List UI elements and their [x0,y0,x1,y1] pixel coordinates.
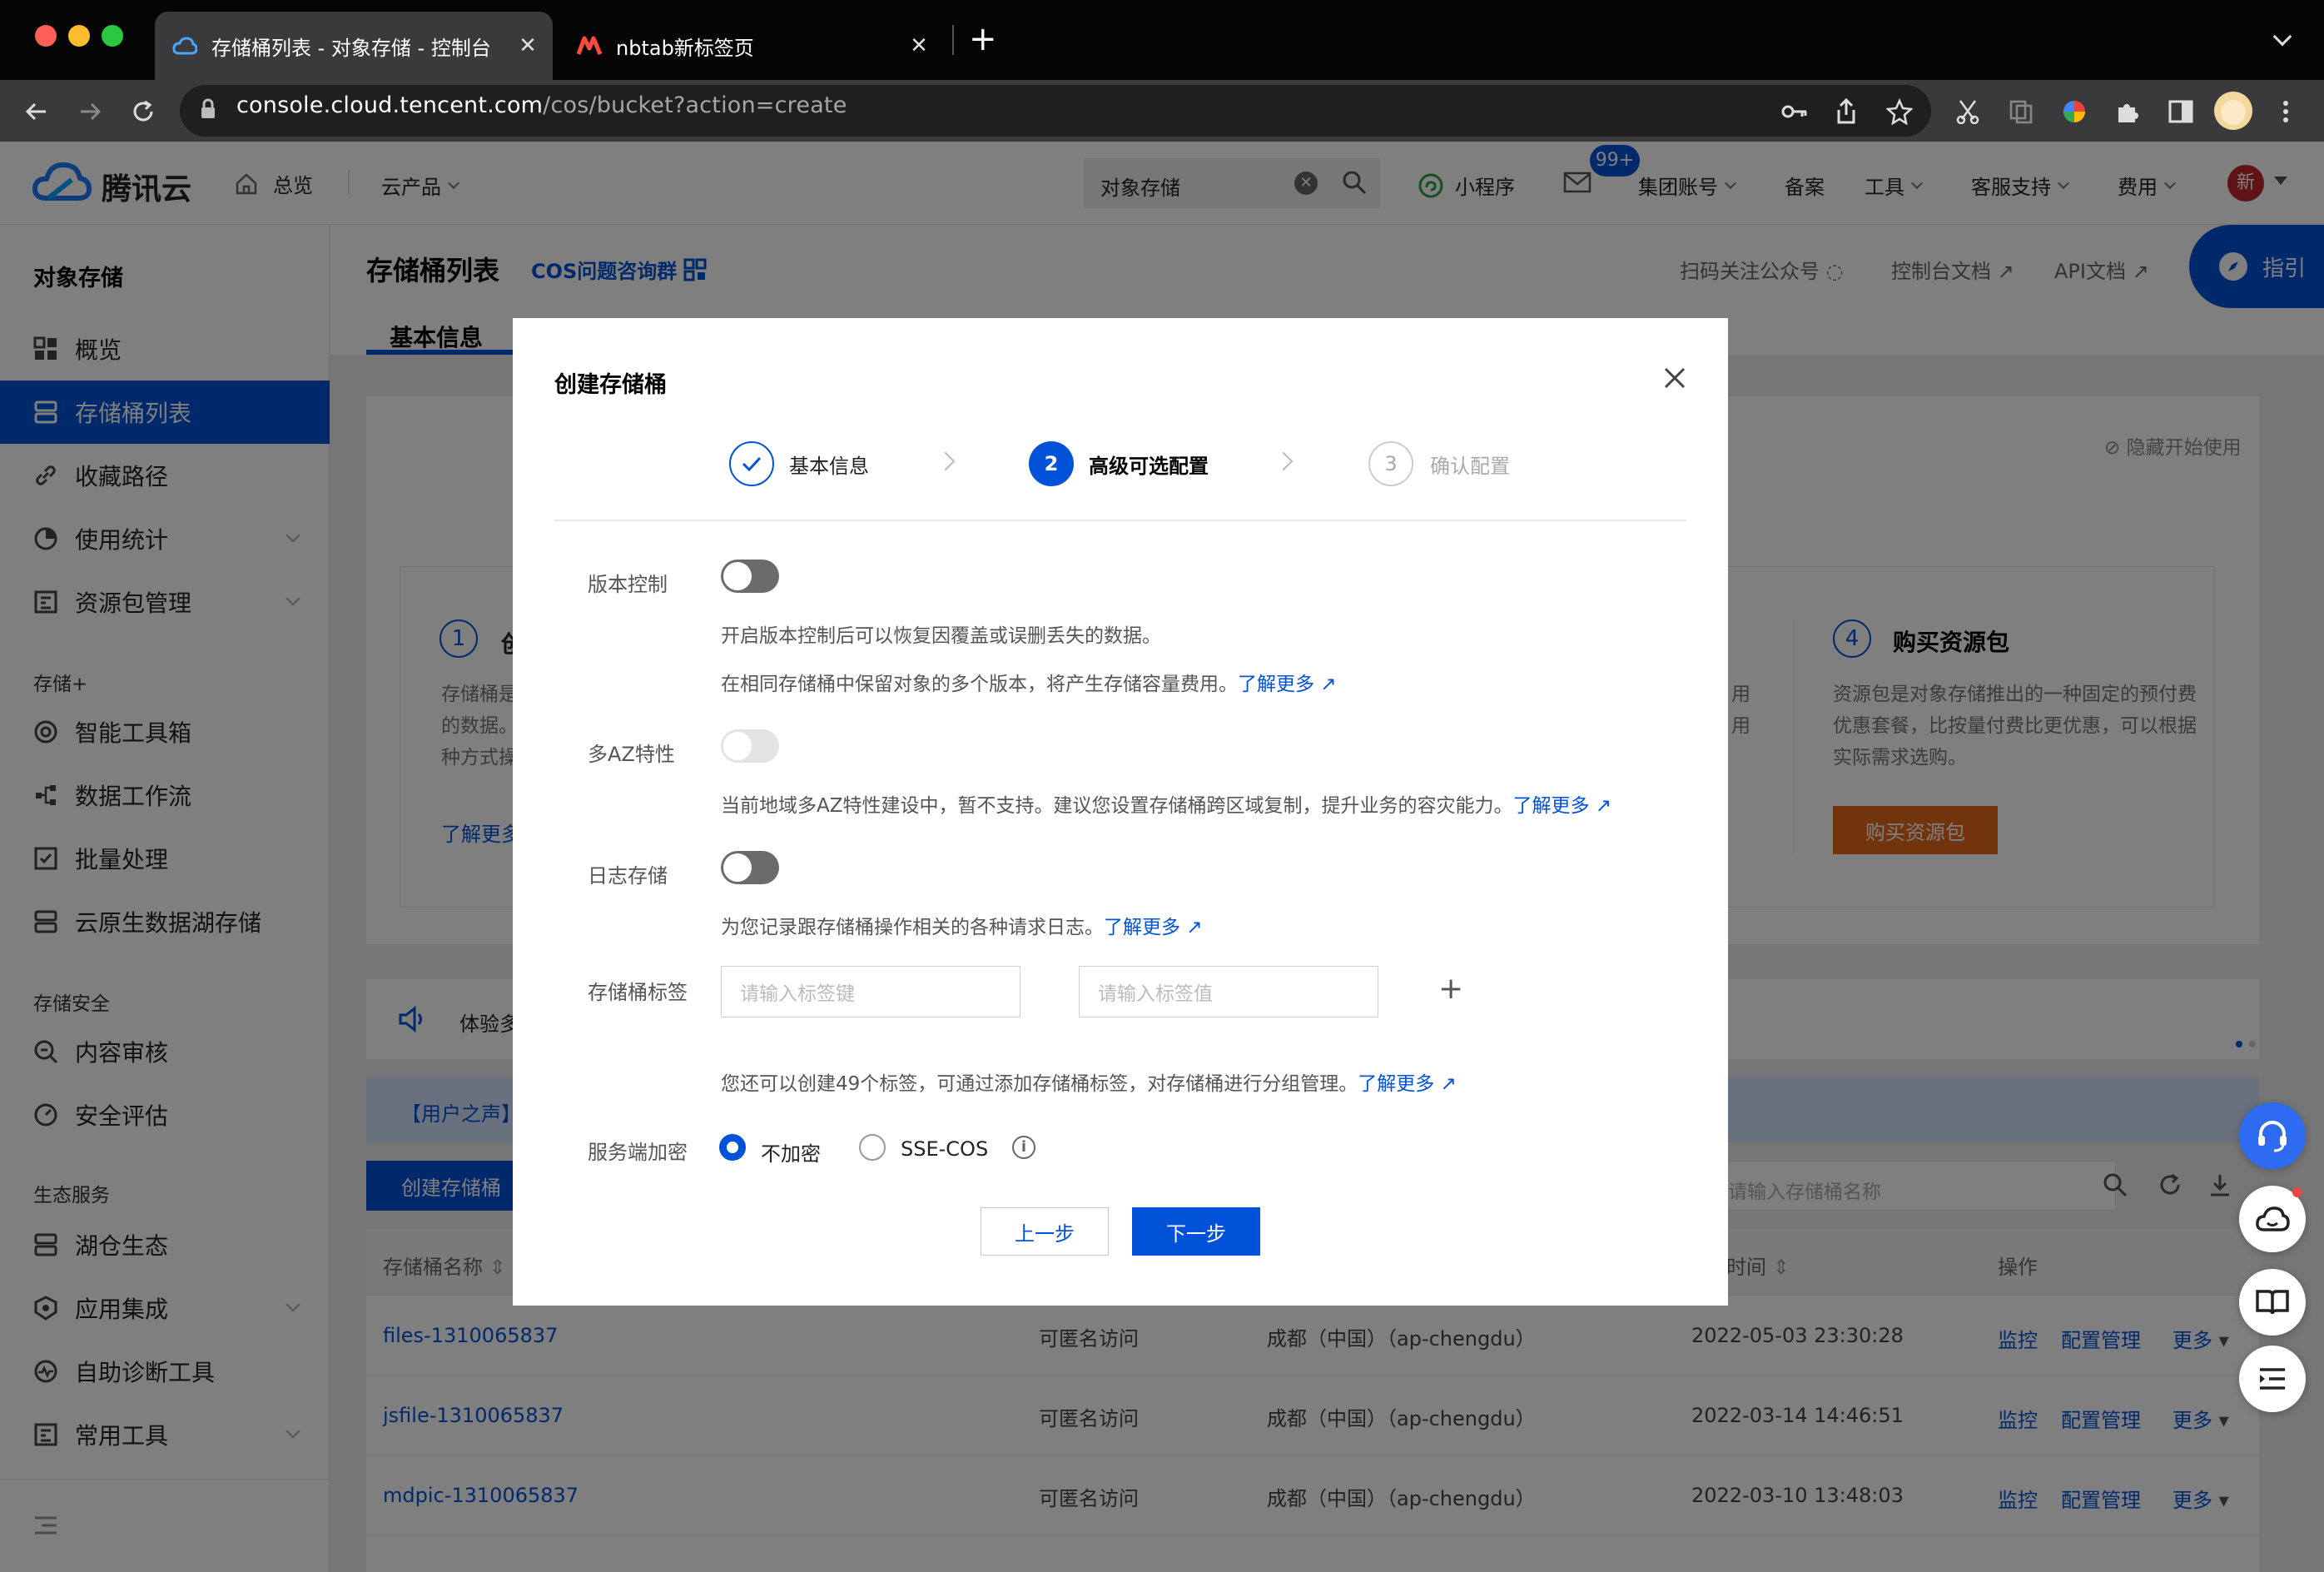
dialog-title: 创建存储桶 [554,372,667,398]
url-path: /cos/bucket?action=create [543,92,847,118]
step-pending-badge: 3 [1368,441,1413,486]
side-panel-icon[interactable] [2158,88,2204,135]
step-done-badge [729,441,774,486]
external-link-icon: ↗ [1595,795,1612,817]
versioning-desc-text: 在相同存储桶中保留对象的多个版本，将产生存储容量费用。 [721,674,1238,695]
copy-extension-icon[interactable] [1998,88,2044,135]
external-link-icon: ↗ [1440,1073,1457,1095]
reload-icon[interactable] [120,88,166,135]
tab-search-chevron-icon[interactable] [2272,27,2292,47]
close-window-button[interactable] [35,25,57,47]
step-label-advanced: 高级可选配置 [1089,455,1209,478]
browser-tab-bar: 存储桶列表 - 对象存储 - 控制台 ✕ nbtab新标签页 ✕ + [0,0,2324,80]
tab-divider [952,25,954,55]
list-indent-icon [2257,1367,2287,1390]
key-icon[interactable] [1771,88,1818,135]
tab-title: 存储桶列表 - 对象存储 - 控制台 [211,36,491,60]
radio-label-no-encryption[interactable]: 不加密 [761,1137,821,1167]
external-link-icon: ↗ [1186,917,1203,938]
learn-more-label: 了解更多 [1104,917,1180,938]
browser-tab[interactable]: nbtab新标签页 ✕ [559,12,944,80]
multi-az-learn-more-link[interactable]: 了解更多 ↗ [1513,795,1612,817]
step-label-basic-info: 基本信息 [789,455,869,478]
notification-dot [2292,1187,2302,1197]
color-wheel-extension-icon[interactable] [2051,88,2098,135]
next-step-button[interactable]: 下一步 [1132,1207,1260,1256]
browser-tab-active[interactable]: 存储桶列表 - 对象存储 - 控制台 ✕ [155,12,553,80]
forward-icon[interactable] [67,88,113,135]
tags-desc: 您还可以创建49个标签，可通过添加存储桶标签，对存储桶进行分组管理。了解更多 ↗ [721,1067,1457,1096]
versioning-learn-more-link[interactable]: 了解更多 ↗ [1238,674,1337,695]
check-icon [741,455,762,472]
cloud-icon [2254,1205,2291,1233]
back-icon[interactable] [13,88,60,135]
share-icon[interactable] [1823,88,1870,135]
scissors-icon[interactable] [1944,88,1991,135]
versioning-label: 版本控制 [588,573,668,596]
new-tab-button[interactable]: + [969,18,997,60]
tags-label: 存储桶标签 [588,981,688,1004]
prev-step-button[interactable]: 上一步 [981,1207,1109,1256]
steps-divider [554,520,1686,521]
step-active-badge: 2 [1029,441,1074,486]
logging-desc: 为您记录跟存储桶操作相关的各种请求日志。了解更多 ↗ [721,911,1203,939]
logging-toggle[interactable] [721,851,779,884]
radio-label-sse-cos[interactable]: SSE-COS [901,1137,988,1161]
versioning-desc: 开启版本控制后可以恢复因覆盖或误删丢失的数据。 [721,625,1161,647]
radio-sse-cos[interactable] [859,1134,886,1161]
tab-close-icon[interactable]: ✕ [902,33,936,58]
docs-button[interactable] [2239,1269,2306,1336]
tags-desc-text: 您还可以创建49个标签，可通过添加存储桶标签，对存储桶进行分组管理。 [721,1073,1358,1095]
headset-icon [2254,1117,2291,1154]
lock-icon[interactable] [200,98,216,120]
profile-avatar[interactable] [2214,92,2252,130]
logging-learn-more-link[interactable]: 了解更多 ↗ [1104,917,1203,938]
cloud-favicon-icon [171,32,198,59]
learn-more-label: 了解更多 [1358,1073,1435,1095]
book-icon [2255,1288,2290,1316]
multi-az-desc-text: 当前地域多AZ特性建设中，暂不支持。建议您设置存储桶跨区域复制，提升业务的容灾能… [721,795,1513,817]
add-tag-button[interactable]: + [1438,971,1463,1007]
maximize-window-button[interactable] [102,25,123,47]
encryption-label: 服务端加密 [588,1141,688,1164]
tab-title: nbtab新标签页 [616,36,754,60]
tags-learn-more-link[interactable]: 了解更多 ↗ [1358,1073,1457,1095]
nbtab-favicon-icon [576,32,603,59]
outline-button[interactable] [2239,1346,2306,1412]
external-link-icon: ↗ [1320,674,1337,695]
versioning-desc-2: 在相同存储桶中保留对象的多个版本，将产生存储容量费用。了解更多 ↗ [721,668,1337,696]
logging-label: 日志存储 [588,864,668,888]
customer-service-button[interactable] [2239,1102,2306,1169]
minimize-window-button[interactable] [68,25,90,47]
tab-close-icon[interactable]: ✕ [511,33,544,58]
multi-az-toggle[interactable] [721,729,779,763]
extensions-puzzle-icon[interactable] [2104,88,2151,135]
learn-more-label: 了解更多 [1238,674,1314,695]
learn-more-label: 了解更多 [1512,795,1590,817]
versioning-toggle[interactable] [721,560,779,593]
info-icon[interactable]: i [1012,1136,1035,1159]
bookmark-star-icon[interactable] [1876,88,1923,135]
url-text[interactable]: console.cloud.tencent.com/cos/bucket?act… [236,92,847,118]
multi-az-desc: 当前地域多AZ特性建设中，暂不支持。建议您设置存储桶跨区域复制，提升业务的容灾能… [721,789,1611,818]
browser-menu-icon[interactable] [2262,88,2309,135]
radio-no-encryption[interactable] [719,1134,746,1161]
step-label-confirm: 确认配置 [1430,455,1510,478]
close-icon[interactable] [1663,366,1686,390]
tag-value-input[interactable]: 请输入标签值 [1079,966,1378,1017]
tag-key-input[interactable]: 请输入标签键 [721,966,1020,1017]
multi-az-label: 多AZ特性 [588,743,675,766]
logging-desc-text: 为您记录跟存储桶操作相关的各种请求日志。 [721,917,1104,938]
url-host: console.cloud.tencent.com [236,92,544,118]
